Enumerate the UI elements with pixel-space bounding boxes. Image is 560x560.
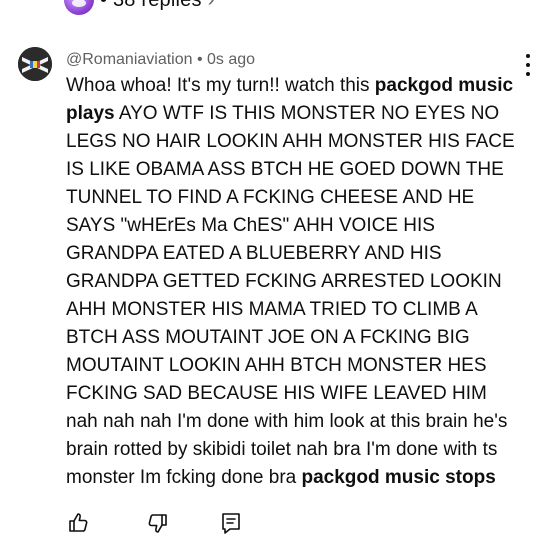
comment-text-bold: packgod music stops: [301, 467, 496, 488]
kebab-dot: [526, 72, 530, 76]
replies-toggle[interactable]: • 38 replies ›: [64, 0, 215, 15]
kebab-dot: [526, 63, 530, 67]
thumb-down-icon: [148, 514, 167, 533]
kebab-dot: [526, 54, 530, 58]
comment-header: @Romaniaviation • 0s ago: [66, 51, 255, 69]
comment-actions: [66, 510, 244, 536]
comment-author[interactable]: @Romaniaviation: [66, 51, 193, 68]
reply-button[interactable]: [218, 510, 244, 536]
chevron-right-icon: ›: [208, 0, 215, 12]
meta-separator: •: [192, 51, 208, 68]
reply-avatar: [64, 0, 94, 15]
dislike-button[interactable]: [144, 510, 170, 536]
thumb-up-icon: [69, 513, 88, 532]
more-vert-icon[interactable]: [521, 54, 535, 76]
comment-text-plain: AYO WTF IS THIS MONSTER NO EYES NO LEGS …: [66, 103, 515, 488]
avatar[interactable]: [18, 47, 52, 81]
comment-text: Whoa whoa! It's my turn!! watch this pac…: [66, 72, 522, 492]
like-button[interactable]: [66, 510, 92, 536]
reply-comment-icon: [222, 513, 240, 534]
comment-timestamp: 0s ago: [207, 51, 256, 68]
replies-count: • 38 replies: [100, 0, 202, 12]
flag-avatar-icon: [18, 47, 52, 81]
comment-text-plain: Whoa whoa! It's my turn!! watch this: [66, 75, 375, 96]
